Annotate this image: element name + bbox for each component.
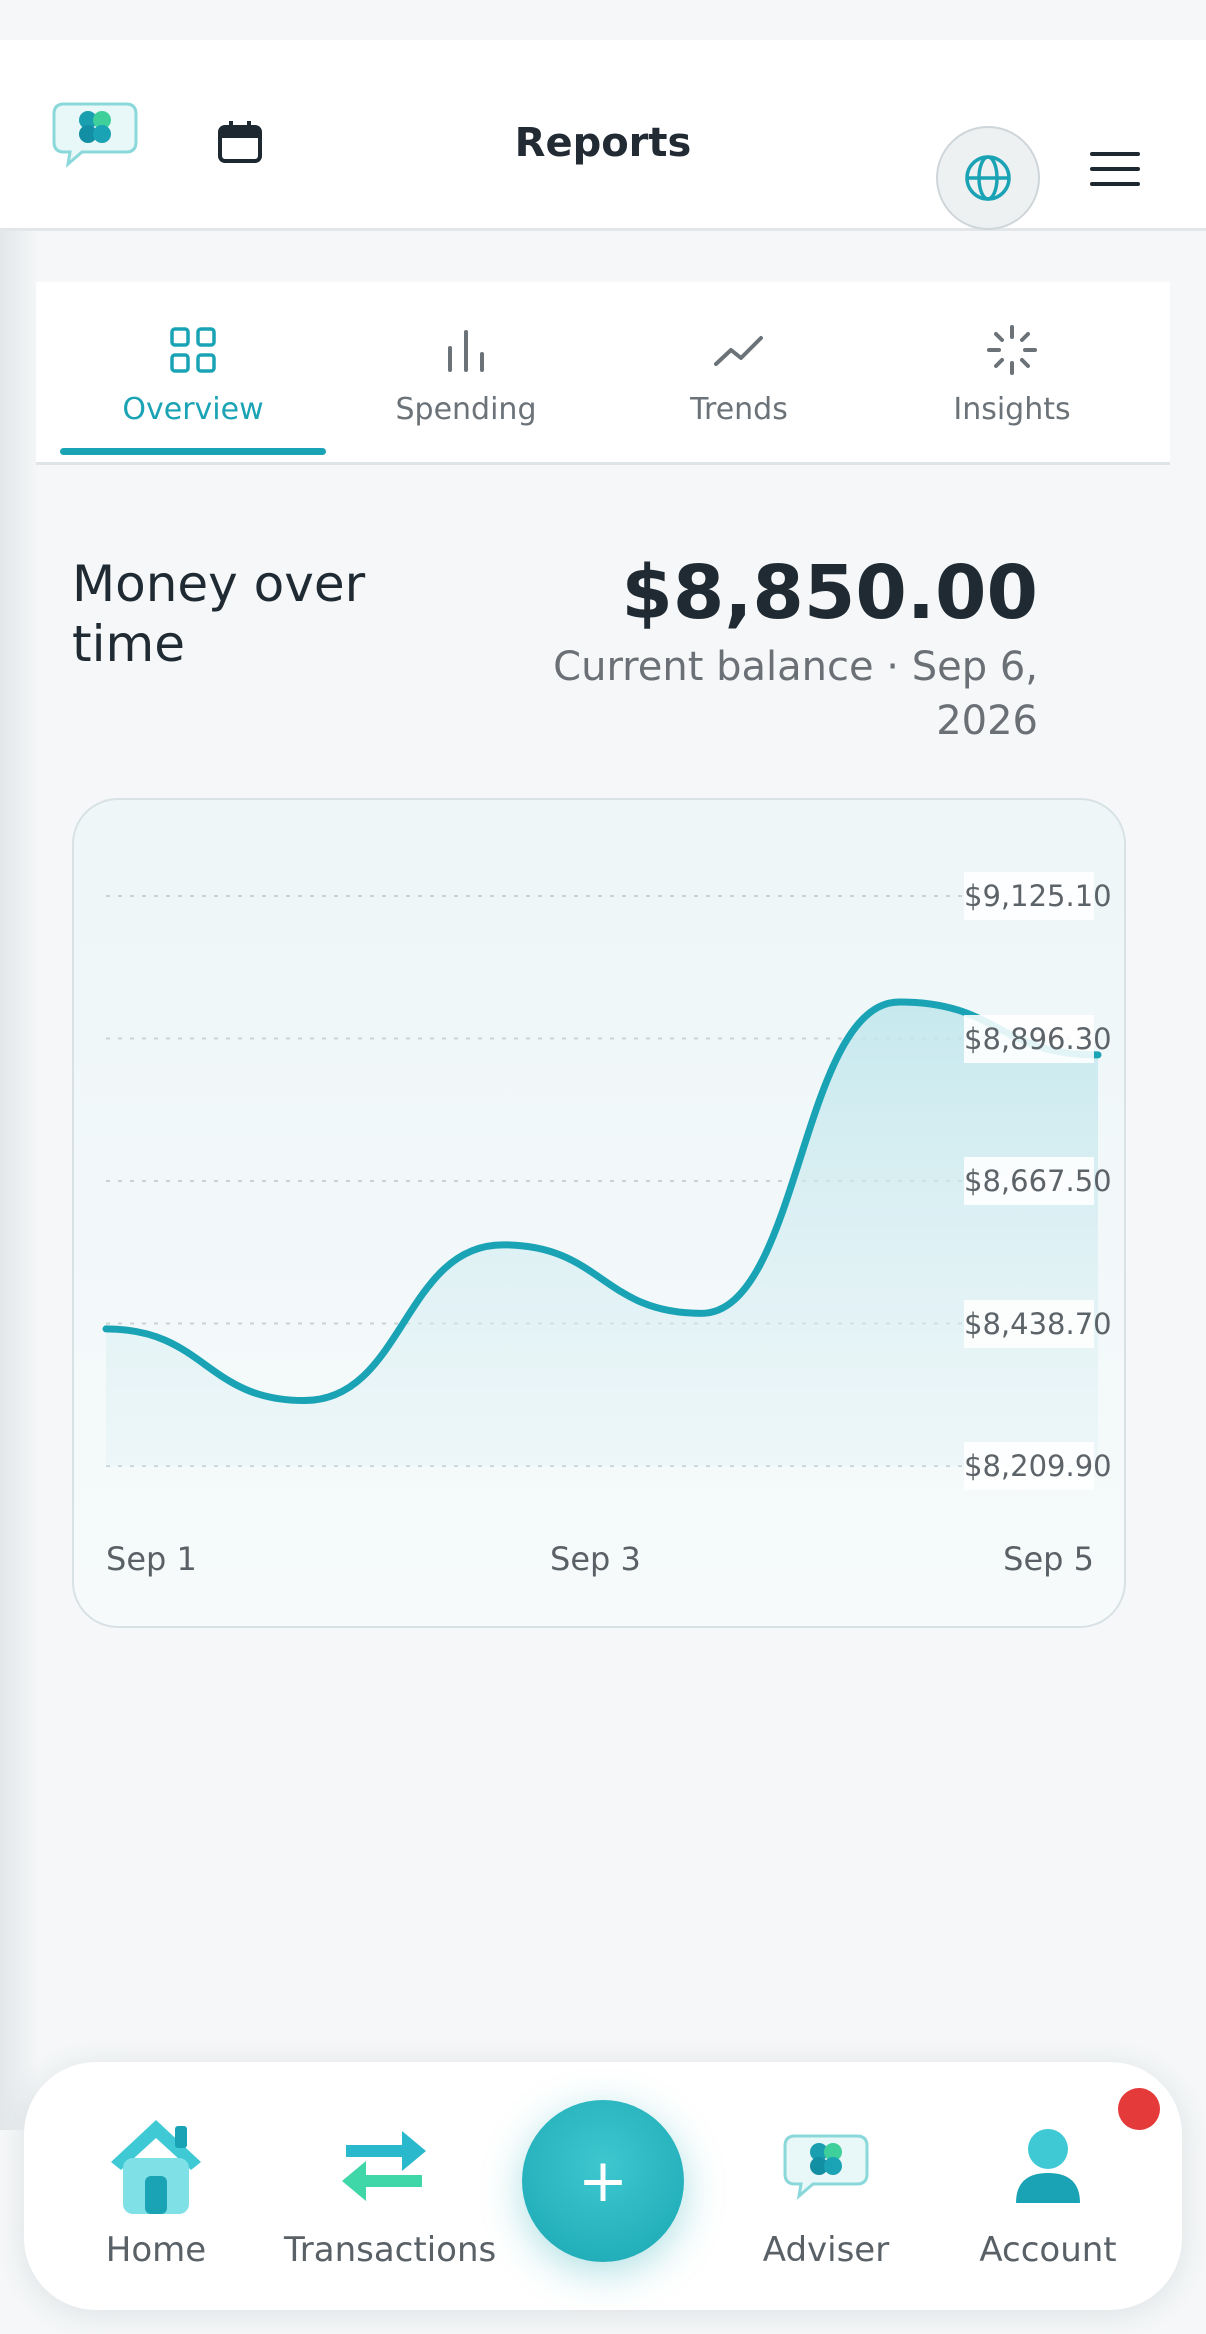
balance-subtitle: Current balance · Sep 6, 2026 — [553, 644, 1038, 744]
x-tick-label: Sep 1 — [106, 1540, 197, 1578]
left-shade — [0, 230, 40, 2130]
bars-icon — [331, 322, 601, 378]
account-icon — [948, 2110, 1148, 2220]
tab-label: Overview — [122, 392, 264, 427]
tab-label: Insights — [953, 392, 1071, 427]
nav-label: Transactions — [284, 2230, 497, 2270]
sparkle-icon — [877, 322, 1147, 378]
section-title: Money over time — [72, 555, 366, 673]
nav-label: Adviser — [762, 2230, 890, 2270]
x-tick-label: Sep 5 — [1003, 1540, 1094, 1578]
grid-icon — [58, 322, 328, 378]
transfer-icon — [284, 2110, 484, 2220]
nav-adviser[interactable]: Adviser — [726, 2110, 926, 2270]
menu-icon[interactable] — [1090, 152, 1140, 198]
balance-chart — [102, 895, 1102, 1467]
notification-badge — [1118, 2088, 1160, 2130]
x-tick-label: Sep 3 — [550, 1540, 641, 1578]
adviser-icon — [726, 2110, 926, 2220]
language-button[interactable] — [936, 126, 1040, 230]
nav-home[interactable]: Home — [56, 2110, 256, 2270]
y-tick-label: $8,667.50 — [964, 1157, 1112, 1205]
home-icon — [56, 2110, 256, 2220]
y-tick-label: $8,896.30 — [964, 1014, 1112, 1063]
trend-icon — [604, 322, 874, 378]
balance-chart-card: Sep 1 Sep 3 Sep 5 $9,125.10 $8,896.30 $8,6… — [72, 798, 1126, 1628]
plus-icon: + — [577, 2146, 629, 2216]
tab-label: Trends — [690, 392, 788, 427]
nav-transactions[interactable]: Transactions — [284, 2110, 497, 2270]
y-tick-label: $8,438.70 — [964, 1299, 1112, 1348]
y-tick-label: $9,125.10 — [964, 872, 1112, 920]
report-tabs: Overview Spending Trends Insights — [36, 282, 1170, 465]
tab-overview[interactable]: Overview — [58, 322, 328, 427]
active-tab-indicator — [60, 448, 326, 455]
y-tick-label: $8,209.90 — [964, 1442, 1112, 1490]
top-app-bar: Reports — [0, 40, 1206, 231]
add-transaction-button[interactable]: + — [522, 2100, 684, 2262]
current-balance: $8,850.00 — [621, 550, 1038, 636]
globe-icon — [965, 155, 1011, 201]
bottom-navigation: Home Transactions + Adviser Account — [24, 2062, 1182, 2310]
tab-trends[interactable]: Trends — [604, 322, 874, 427]
tab-insights[interactable]: Insights — [877, 322, 1147, 427]
tab-label: Spending — [395, 392, 537, 427]
nav-label: Home — [105, 2230, 207, 2270]
tab-spending[interactable]: Spending — [331, 322, 601, 427]
nav-account[interactable]: Account — [948, 2110, 1148, 2270]
nav-label: Account — [979, 2230, 1117, 2270]
